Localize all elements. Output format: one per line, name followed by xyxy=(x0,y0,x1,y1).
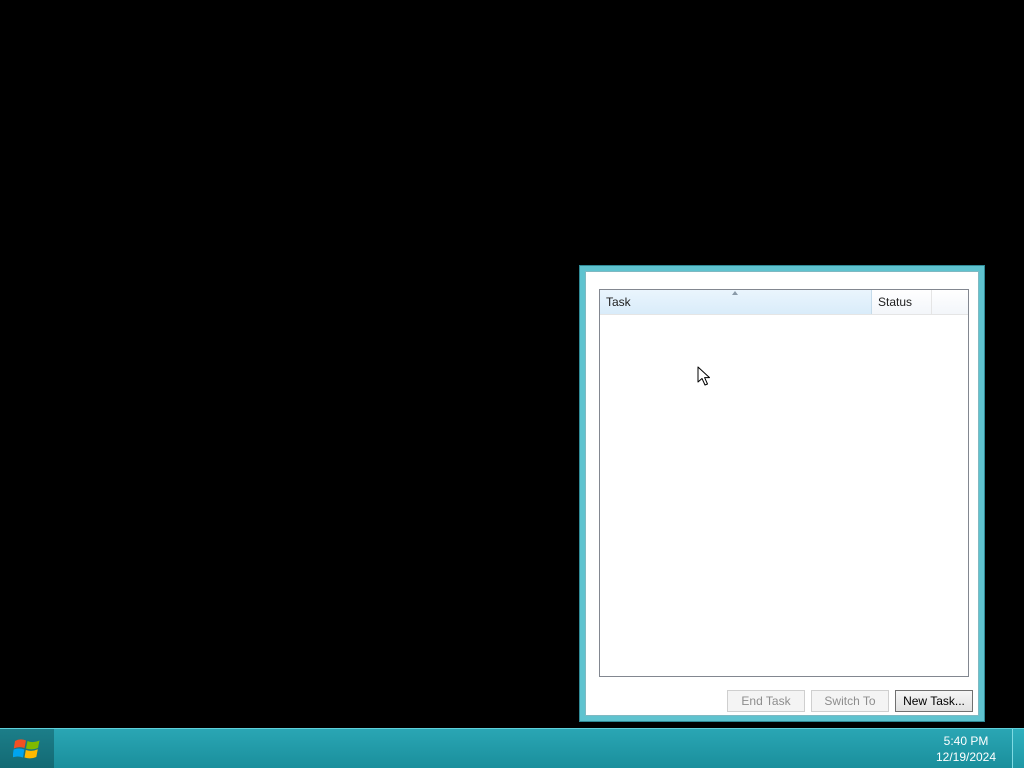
end-task-button[interactable]: End Task xyxy=(727,690,805,712)
task-list-header: Task Status xyxy=(600,290,968,315)
switch-to-button[interactable]: Switch To xyxy=(811,690,889,712)
start-button[interactable] xyxy=(0,729,54,768)
column-header-filler xyxy=(932,290,968,314)
clock-date: 12/19/2024 xyxy=(935,750,997,764)
column-header-task-label: Task xyxy=(606,295,631,309)
clock-time: 5:40 PM xyxy=(943,734,989,748)
column-header-status-label: Status xyxy=(878,295,913,309)
system-clock[interactable]: 5:40 PM 12/19/2024 xyxy=(926,733,1006,765)
sort-ascending-icon xyxy=(732,291,738,295)
taskbar: 5:40 PM 12/19/2024 xyxy=(0,728,1024,768)
windows-logo-icon xyxy=(13,739,40,759)
show-desktop-button[interactable] xyxy=(1012,729,1024,768)
task-list-body[interactable] xyxy=(600,315,968,676)
task-manager-window: Task Status End Task Switch To New Task.… xyxy=(579,265,985,722)
task-list[interactable]: Task Status xyxy=(599,289,969,677)
column-header-status[interactable]: Status xyxy=(872,290,932,314)
mouse-pointer-icon xyxy=(697,366,710,386)
task-manager-client-area: Task Status End Task Switch To New Task.… xyxy=(585,271,979,716)
new-task-button[interactable]: New Task... xyxy=(895,690,973,712)
